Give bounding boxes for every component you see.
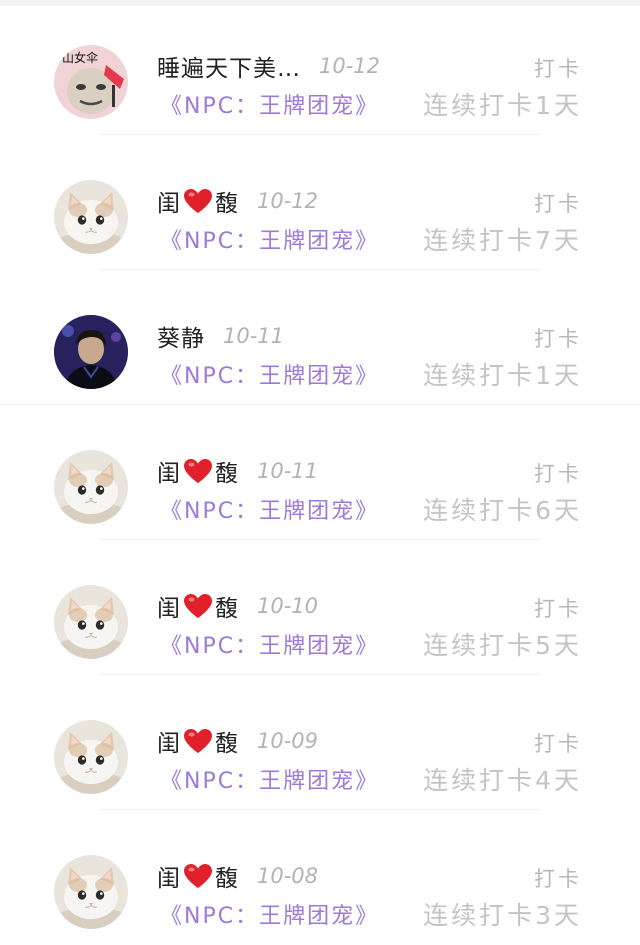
checkin-label: 打卡	[534, 192, 582, 216]
streak-count: 连续打卡1天	[423, 91, 582, 120]
username[interactable]: 闺	[157, 589, 181, 623]
checkin-date: 10-12	[257, 189, 319, 213]
heart-icon	[183, 458, 213, 484]
checkin-date: 10-12	[319, 54, 381, 78]
streak-count: 连续打卡6天	[423, 496, 582, 525]
list-item[interactable]: 闺 馥 10-09 打卡《NPC：王牌团宠》 连续打卡4天	[0, 675, 640, 810]
heart-icon	[183, 188, 213, 214]
heart-icon	[183, 863, 213, 889]
checkin-label: 打卡	[534, 867, 582, 891]
username[interactable]: 闺	[157, 724, 181, 758]
book-title-link[interactable]: 《NPC：王牌团宠》	[160, 223, 379, 255]
checkin-label: 打卡	[534, 462, 582, 486]
heart-icon	[183, 593, 213, 619]
username[interactable]: 睡遍天下美…	[157, 49, 301, 83]
username[interactable]: 葵静	[157, 319, 205, 353]
checkin-date: 10-09	[257, 729, 319, 753]
book-title-link[interactable]: 《NPC：王牌团宠》	[160, 898, 379, 930]
list-item[interactable]: 山女伞 睡遍天下美… 10-12 打卡《NPC：王牌团宠》 连续打卡1天	[0, 0, 640, 135]
checkin-label: 打卡	[534, 597, 582, 621]
name-line: 闺 馥 10-12	[157, 185, 318, 217]
avatar[interactable]	[54, 585, 128, 659]
name-line: 葵静 10-11	[157, 320, 284, 352]
avatar[interactable]	[54, 720, 128, 794]
checkin-label: 打卡	[534, 732, 582, 756]
list-item[interactable]: 闺 馥 10-10 打卡《NPC：王牌团宠》 连续打卡5天	[0, 540, 640, 675]
username[interactable]: 闺	[157, 454, 181, 488]
name-line: 闺 馥 10-11	[157, 455, 318, 487]
checkin-date: 10-11	[223, 324, 285, 348]
checkin-label: 打卡	[534, 327, 582, 351]
checkin-date: 10-10	[257, 594, 319, 618]
name-line: 闺 馥 10-10	[157, 590, 318, 622]
username-suffix[interactable]: 馥	[215, 184, 239, 218]
list-item[interactable]: 闺 馥 10-12 打卡《NPC：王牌团宠》 连续打卡7天	[0, 135, 640, 270]
name-line: 闺 馥 10-08	[157, 860, 318, 892]
list-item[interactable]: 闺 馥 10-11 打卡《NPC：王牌团宠》 连续打卡6天	[0, 405, 640, 540]
list-item[interactable]: 葵静 10-11 打卡《NPC：王牌团宠》 连续打卡1天	[0, 270, 640, 405]
book-title-link[interactable]: 《NPC：王牌团宠》	[160, 358, 379, 390]
name-line: 闺 馥 10-09	[157, 725, 318, 757]
streak-count: 连续打卡3天	[423, 901, 582, 930]
checkin-list: 山女伞 睡遍天下美… 10-12 打卡 《NPC：王牌团宠》 连续打卡1天 闺 馥 10-…	[0, 0, 640, 940]
checkin-date: 10-08	[257, 864, 319, 888]
avatar[interactable]	[54, 855, 128, 929]
book-title-link[interactable]: 《NPC：王牌团宠》	[160, 88, 379, 120]
avatar[interactable]	[54, 180, 128, 254]
streak-count: 连续打卡7天	[423, 226, 582, 255]
name-line: 睡遍天下美… 10-12	[157, 50, 380, 82]
checkin-date: 10-11	[257, 459, 319, 483]
username-suffix[interactable]: 馥	[215, 454, 239, 488]
book-title-link[interactable]: 《NPC：王牌团宠》	[160, 763, 379, 795]
streak-count: 连续打卡5天	[423, 631, 582, 660]
username[interactable]: 闺	[157, 184, 181, 218]
svg-text:山女伞: 山女伞	[62, 50, 98, 65]
checkin-label: 打卡	[534, 57, 582, 81]
username-suffix[interactable]: 馥	[215, 589, 239, 623]
avatar[interactable]: 山女伞	[54, 45, 128, 119]
streak-count: 连续打卡4天	[423, 766, 582, 795]
streak-count: 连续打卡1天	[423, 361, 582, 390]
list-item[interactable]: 闺 馥 10-08 打卡《NPC：王牌团宠》 连续打卡3天	[0, 810, 640, 945]
username-suffix[interactable]: 馥	[215, 724, 239, 758]
book-title-link[interactable]: 《NPC：王牌团宠》	[160, 493, 379, 525]
avatar[interactable]	[54, 315, 128, 389]
heart-icon	[183, 728, 213, 754]
book-title-link[interactable]: 《NPC：王牌团宠》	[160, 628, 379, 660]
username-suffix[interactable]: 馥	[215, 859, 239, 893]
username[interactable]: 闺	[157, 859, 181, 893]
avatar[interactable]	[54, 450, 128, 524]
